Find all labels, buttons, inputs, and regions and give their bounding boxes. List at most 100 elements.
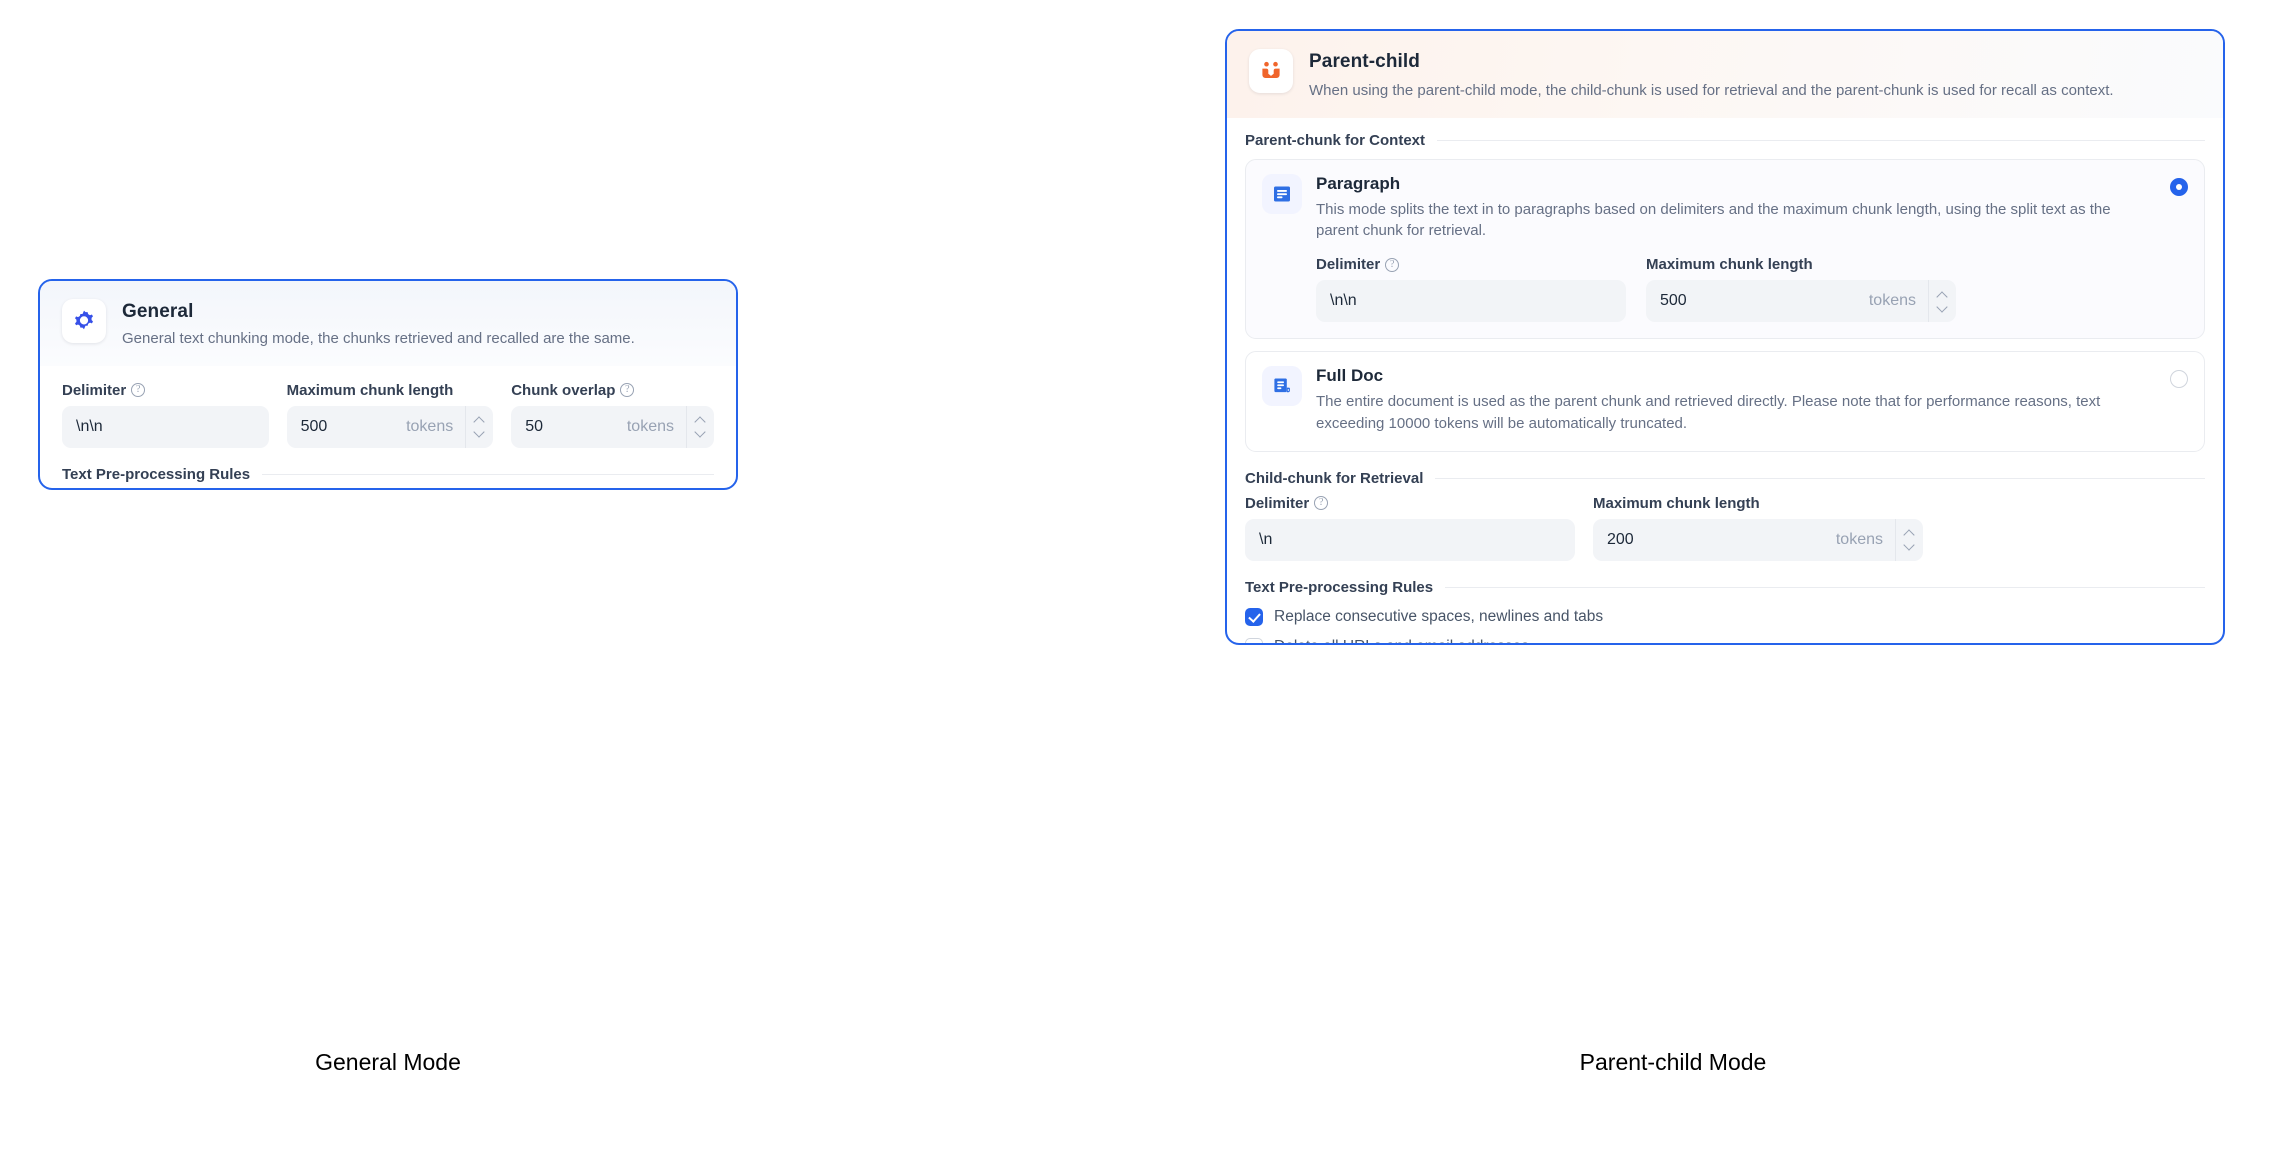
general-max-chunk-length-unit: tokens [406, 418, 465, 436]
paragraph-delimiter-value: \n\n [1330, 292, 1626, 310]
option-paragraph-description: This mode splits the text in to paragrap… [1316, 199, 2116, 243]
general-delimiter-input[interactable]: \n\n [62, 406, 269, 448]
paragraph-delimiter-label-text: Delimiter [1316, 256, 1380, 273]
general-preprocessing-title: Text Pre-processing Rules [62, 466, 250, 483]
general-chunk-overlap-input[interactable]: 50 tokens [511, 406, 714, 448]
child-delimiter-field: Delimiter ? \n [1245, 495, 1575, 561]
parent-child-mode-card[interactable]: Parent-child When using the parent-child… [1225, 29, 2225, 645]
question-circle-icon[interactable]: ? [131, 383, 145, 397]
stepper-down-icon[interactable] [696, 430, 705, 435]
parent-card-body: Parent-chunk for Context [1227, 118, 2223, 646]
caption-parent-child-mode: Parent-child Mode [1413, 1049, 1933, 1076]
general-card-title: General [122, 300, 635, 324]
general-card-body: Delimiter ? \n\n Maximum chunk length 50… [40, 366, 736, 491]
stepper-up-icon[interactable] [475, 418, 484, 423]
child-delimiter-input[interactable]: \n [1245, 519, 1575, 561]
general-delimiter-field: Delimiter ? \n\n [62, 382, 269, 448]
parent-rule-delete-urls[interactable]: Delete all URLs and email addresses [1245, 638, 2205, 646]
child-max-chunk-length-value: 200 [1607, 531, 1836, 549]
option-paragraph-fields: Delimiter ? \n\n Maximum chunk length 50… [1262, 256, 2188, 322]
parent-child-icon [1249, 49, 1293, 93]
paragraph-max-chunk-length-unit: tokens [1869, 292, 1928, 310]
option-full-doc-text: Full Doc The entire document is used as … [1316, 366, 2116, 435]
paragraph-max-chunk-length-stepper[interactable] [1928, 280, 1956, 322]
stepper-up-icon[interactable] [1905, 531, 1914, 536]
child-max-chunk-length-field: Maximum chunk length 200 tokens [1593, 495, 1923, 561]
child-max-chunk-length-label-text: Maximum chunk length [1593, 495, 1760, 512]
general-max-chunk-length-label: Maximum chunk length [287, 382, 494, 399]
parent-card-header: Parent-child When using the parent-child… [1227, 31, 2223, 118]
radio-unselected-icon[interactable] [2170, 370, 2188, 388]
caption-general-mode: General Mode [0, 1049, 776, 1076]
paragraph-delimiter-input[interactable]: \n\n [1316, 280, 1626, 322]
parent-rule-replace-spaces-label: Replace consecutive spaces, newlines and… [1274, 608, 1603, 626]
option-full-doc-description: The entire document is used as the paren… [1316, 391, 2116, 435]
general-chunk-overlap-label: Chunk overlap ? [511, 382, 714, 399]
stepper-down-icon[interactable] [1905, 543, 1914, 548]
full-doc-icon [1262, 366, 1302, 406]
divider [1445, 587, 2205, 588]
child-max-chunk-length-input[interactable]: 200 tokens [1593, 519, 1923, 561]
parent-card-description: When using the parent-child mode, the ch… [1309, 80, 2114, 102]
question-circle-icon[interactable]: ? [1314, 496, 1328, 510]
parent-rule-delete-urls-label: Delete all URLs and email addresses [1274, 638, 1529, 646]
stepper-up-icon[interactable] [1938, 293, 1947, 298]
general-chunk-overlap-label-text: Chunk overlap [511, 382, 615, 399]
page-root: General General text chunking mode, the … [0, 0, 2284, 1152]
stepper-down-icon[interactable] [475, 430, 484, 435]
general-card-header-text: General General text chunking mode, the … [122, 299, 635, 350]
gear-icon [62, 299, 106, 343]
parent-chunk-section-header: Parent-chunk for Context [1245, 132, 2205, 149]
paragraph-doc-icon [1262, 174, 1302, 214]
child-delimiter-value: \n [1259, 531, 1575, 549]
general-mode-card[interactable]: General General text chunking mode, the … [38, 279, 738, 490]
divider [262, 474, 714, 475]
general-chunk-overlap-unit: tokens [627, 418, 686, 436]
paragraph-max-chunk-length-label: Maximum chunk length [1646, 256, 1956, 273]
general-chunk-overlap-field: Chunk overlap ? 50 tokens [511, 382, 714, 448]
question-circle-icon[interactable]: ? [620, 383, 634, 397]
child-chunk-section-title: Child-chunk for Retrieval [1245, 470, 1423, 487]
stepper-up-icon[interactable] [696, 418, 705, 423]
child-chunk-section-header: Child-chunk for Retrieval [1245, 470, 2205, 487]
child-delimiter-label-text: Delimiter [1245, 495, 1309, 512]
option-full-doc-header: Full Doc The entire document is used as … [1262, 366, 2188, 435]
option-full-doc-title: Full Doc [1316, 366, 2116, 386]
child-max-chunk-length-label: Maximum chunk length [1593, 495, 1923, 512]
parent-chunk-section-title: Parent-chunk for Context [1245, 132, 1425, 149]
general-chunk-overlap-stepper[interactable] [686, 406, 714, 448]
paragraph-max-chunk-length-value: 500 [1660, 292, 1869, 310]
paragraph-max-chunk-length-field: Maximum chunk length 500 tokens [1646, 256, 1956, 322]
question-circle-icon[interactable]: ? [1385, 258, 1399, 272]
general-delimiter-label: Delimiter ? [62, 382, 269, 399]
option-full-doc[interactable]: Full Doc The entire document is used as … [1245, 351, 2205, 452]
child-max-chunk-length-stepper[interactable] [1895, 519, 1923, 561]
general-preprocessing-header: Text Pre-processing Rules [62, 466, 714, 483]
general-max-chunk-length-field: Maximum chunk length 500 tokens [287, 382, 494, 448]
paragraph-delimiter-label: Delimiter ? [1316, 256, 1626, 273]
general-card-header: General General text chunking mode, the … [40, 281, 736, 366]
option-paragraph-header: Paragraph This mode splits the text in t… [1262, 174, 2188, 243]
general-max-chunk-length-label-text: Maximum chunk length [287, 382, 454, 399]
paragraph-max-chunk-length-label-text: Maximum chunk length [1646, 256, 1813, 273]
stepper-down-icon[interactable] [1938, 305, 1947, 310]
radio-selected-icon[interactable] [2170, 178, 2188, 196]
checkbox-unchecked-icon[interactable] [1245, 638, 1263, 646]
paragraph-delimiter-field: Delimiter ? \n\n [1316, 256, 1626, 322]
general-card-description: General text chunking mode, the chunks r… [122, 328, 635, 350]
general-field-row: Delimiter ? \n\n Maximum chunk length 50… [62, 382, 714, 448]
parent-rule-replace-spaces[interactable]: Replace consecutive spaces, newlines and… [1245, 608, 2205, 626]
parent-preprocessing-header: Text Pre-processing Rules [1245, 579, 2205, 596]
general-delimiter-value: \n\n [76, 418, 269, 436]
general-max-chunk-length-stepper[interactable] [465, 406, 493, 448]
general-max-chunk-length-value: 500 [301, 418, 406, 436]
paragraph-max-chunk-length-input[interactable]: 500 tokens [1646, 280, 1956, 322]
general-max-chunk-length-input[interactable]: 500 tokens [287, 406, 494, 448]
parent-card-title: Parent-child [1309, 50, 2114, 74]
checkbox-checked-icon[interactable] [1245, 608, 1263, 626]
parent-preprocessing-title: Text Pre-processing Rules [1245, 579, 1433, 596]
general-delimiter-label-text: Delimiter [62, 382, 126, 399]
option-paragraph-title: Paragraph [1316, 174, 2116, 194]
child-chunk-field-row: Delimiter ? \n Maximum chunk length 200 … [1245, 495, 2205, 561]
option-paragraph[interactable]: Paragraph This mode splits the text in t… [1245, 159, 2205, 340]
